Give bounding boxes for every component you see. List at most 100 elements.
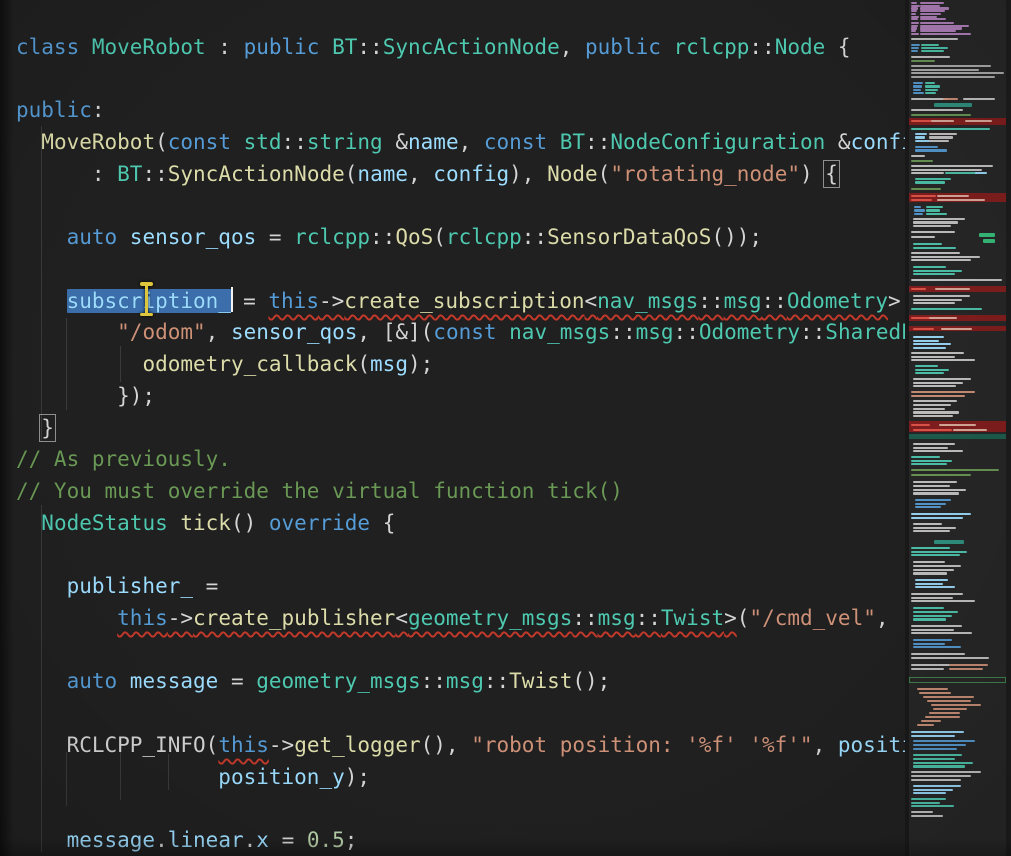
minimap-outlined-bar — [909, 677, 1006, 683]
code-token: geometry_msgs — [256, 669, 420, 693]
minimap-row — [911, 771, 981, 773]
code-token: , — [206, 320, 231, 344]
minimap-row — [913, 611, 958, 613]
minimap-row — [913, 489, 966, 491]
code-line — [16, 254, 905, 286]
minimap-row — [929, 136, 953, 138]
code-token: (); — [572, 669, 610, 693]
minimap-row — [911, 653, 965, 655]
code-token: public — [16, 98, 92, 122]
minimap-row — [911, 517, 963, 519]
minimap-row — [911, 668, 944, 670]
minimap-row — [913, 385, 956, 387]
code-token: this — [218, 733, 269, 757]
minimap-row — [913, 740, 975, 742]
editor-screenshot: class MoveRobot : public BT::SyncActionN… — [0, 0, 1011, 856]
code-line: this->create_publisher<geometry_msgs::ms… — [16, 603, 905, 635]
code-token: , — [560, 35, 585, 59]
code-token: "/odom" — [117, 320, 206, 344]
minimap-row — [913, 492, 959, 494]
code-token: rclcpp — [674, 35, 750, 59]
code-token: msg — [370, 352, 408, 376]
minimap-row — [926, 209, 940, 211]
minimap-row — [913, 618, 946, 620]
minimap-row — [920, 18, 946, 20]
minimap-row — [929, 133, 957, 135]
code-token: Twist — [509, 669, 572, 693]
minimap-row — [913, 382, 963, 384]
minimap-row — [913, 400, 957, 402]
minimap-row — [915, 369, 949, 371]
minimap-row — [911, 60, 935, 62]
minimap-row — [913, 530, 950, 532]
code-token: create_publisher — [193, 606, 395, 630]
minimap-row — [913, 561, 945, 563]
minimap-row — [915, 506, 941, 508]
code-line: auto message = geometry_msgs::msg::Twist… — [16, 666, 905, 698]
code-token: BT — [560, 130, 585, 154]
code-token: ()); — [711, 225, 762, 249]
minimap-row — [911, 547, 950, 549]
minimap-row — [926, 213, 947, 215]
code-token: , — [876, 606, 889, 630]
minimap-row — [911, 188, 941, 190]
code-token: geometry_msgs — [408, 606, 572, 630]
code-line: position_y); — [16, 762, 905, 794]
code-token: : — [16, 162, 117, 186]
minimap-row — [913, 243, 942, 245]
minimap-row — [913, 565, 961, 567]
code-token: sensor_qos — [231, 320, 357, 344]
code-editor[interactable]: class MoveRobot : public BT::SyncActionN… — [0, 0, 905, 856]
code-token — [16, 828, 67, 852]
code-token: const — [168, 130, 244, 154]
minimap-row — [913, 347, 946, 349]
minimap-row — [911, 798, 946, 800]
code-token: :: — [610, 320, 635, 344]
code-token: ); — [408, 352, 433, 376]
minimap-row — [913, 429, 952, 431]
code-line: class MoveRobot : public BT::SyncActionN… — [16, 32, 905, 64]
code-token: // As previously. — [16, 447, 231, 471]
minimap-row — [915, 133, 927, 135]
code-line — [16, 64, 905, 96]
code-token: rclcpp — [294, 225, 370, 249]
minimap-row — [911, 735, 955, 737]
code-token: NodeConfiguration — [610, 130, 838, 154]
code-area[interactable]: class MoveRobot : public BT::SyncActionN… — [16, 32, 905, 856]
code-token: { — [825, 35, 850, 59]
minimap-row — [943, 98, 958, 100]
minimap-row — [911, 252, 960, 254]
code-token: :: — [674, 320, 699, 344]
minimap-row — [913, 447, 948, 449]
minimap-row — [921, 720, 941, 722]
minimap-row — [975, 172, 987, 174]
code-token: Odometry — [787, 289, 888, 313]
code-token: 0.5 — [307, 828, 345, 852]
code-token — [16, 289, 67, 313]
code-line: // You must override the virtual functio… — [16, 476, 905, 508]
minimap[interactable] — [909, 0, 1006, 856]
code-line: publisher_ = — [16, 571, 905, 603]
minimap-row — [911, 22, 919, 24]
code-token: = — [230, 289, 268, 313]
code-token: Twist — [661, 606, 724, 630]
minimap-row — [913, 748, 957, 750]
code-token: msg — [446, 669, 484, 693]
code-token: :: — [698, 289, 723, 313]
code-token: NodeStatus — [41, 511, 180, 535]
code-line: } — [16, 413, 905, 445]
code-line: : BT::SyncActionNode(name, config), Node… — [16, 159, 905, 191]
code-token: } — [41, 416, 54, 440]
code-token: RCLCPP_INFO — [67, 733, 206, 757]
minimap-row — [913, 523, 942, 525]
minimap-row — [913, 646, 961, 648]
code-token: :: — [585, 130, 610, 154]
code-token: position_y — [218, 765, 344, 789]
code-token: message — [67, 828, 156, 852]
minimap-row — [920, 22, 954, 24]
minimap-row — [913, 266, 946, 268]
minimap-row — [935, 288, 970, 290]
code-token: ( — [737, 606, 750, 630]
minimap-row — [913, 85, 922, 87]
minimap-row — [931, 120, 954, 122]
